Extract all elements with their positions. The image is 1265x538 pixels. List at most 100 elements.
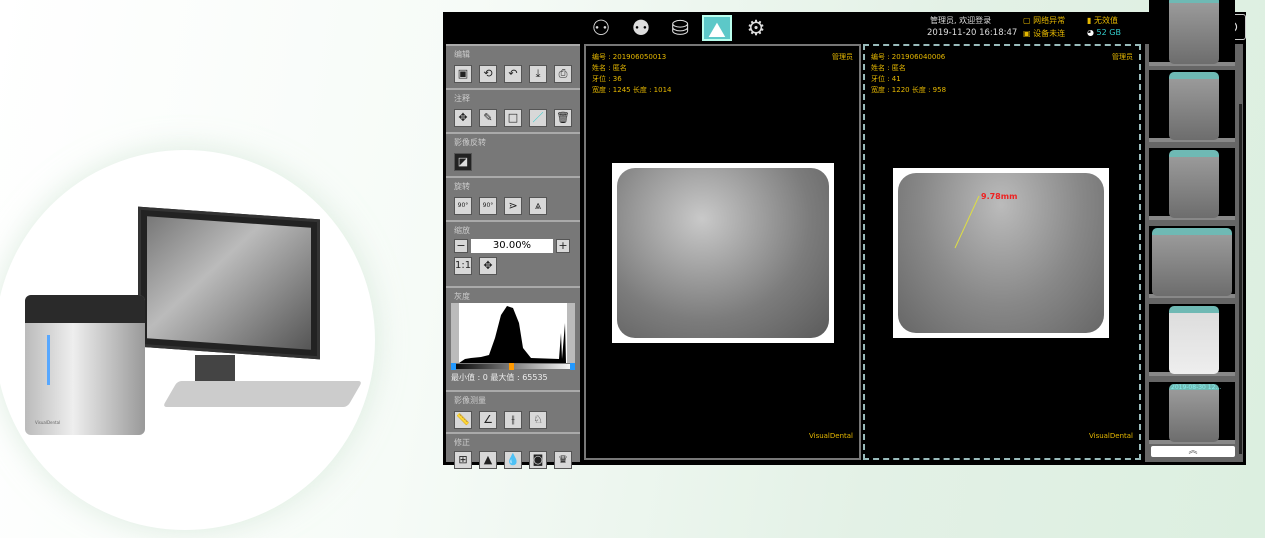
ruler-icon[interactable]: 📏 [454, 411, 472, 429]
thumbnail-strip: 2019-08-30 12... ︽ [1145, 0, 1243, 462]
add-patient-icon[interactable]: ⚇ [586, 15, 616, 41]
section-label: 注释 [454, 94, 470, 103]
section-rotate: 旋转 90° 90° ⋗ ⩓ [446, 176, 580, 215]
scroll-up-button[interactable]: ︽ [1151, 446, 1235, 457]
section-label: 影像测量 [454, 396, 486, 405]
tooth-filter-icon[interactable]: ♛ [554, 451, 572, 469]
value-status: ▮ 无效值 [1087, 15, 1118, 26]
disk-pie-icon: ◕ [1087, 28, 1097, 37]
scrollbar[interactable] [1239, 104, 1242, 454]
tooth-position: 牙位 : 36 [592, 75, 622, 83]
section-label: 编辑 [454, 50, 470, 59]
section-label: 缩放 [454, 226, 470, 235]
delete-icon[interactable]: 🗑 [554, 109, 572, 127]
canal-measure-icon[interactable]: ⫲ [504, 411, 522, 429]
thumbnail[interactable] [1149, 0, 1235, 66]
patient-name: 姓名 : 匿名 [592, 64, 627, 72]
image-info: 编号 : 201906040006 姓名 : 匿名 牙位 : 41 宽度 : 1… [871, 52, 946, 96]
actual-size-button[interactable]: 1:1 [454, 257, 472, 275]
rotate-right-icon[interactable]: 90° [479, 197, 497, 215]
histogram [451, 303, 575, 363]
patient-id: 编号 : 201906050013 [592, 53, 667, 61]
app-window: ⚇ ⚉ ⛁ ⛰ ⚙ 管理员, 欢迎登录 2019-11-20 16:18:47 … [443, 0, 1246, 469]
network-icon: ▢ [1023, 16, 1034, 25]
tooth-icon[interactable]: ♘ [529, 411, 547, 429]
welcome-text: 管理员, 欢迎登录 [930, 16, 992, 25]
tooth-position: 牙位 : 41 [871, 75, 901, 83]
image-size: 宽度 : 1245 长度 : 1014 [592, 86, 672, 94]
section-annotation: 注释 ✥ ✎ □ ／ 🗑 [446, 88, 580, 127]
network-status-text: 网络异常 [1033, 16, 1066, 25]
datetime: 2019-11-20 16:18:47 [927, 28, 1018, 38]
section-label: 修正 [454, 438, 470, 447]
max-value: 最大值 : 65535 [490, 373, 548, 382]
section-invert: 影像反转 ◪ [446, 132, 580, 171]
max-handle[interactable] [570, 363, 575, 370]
value-status-text: 无效值 [1093, 16, 1118, 25]
section-zoom: 缩放 − 30.00% + 1:1 ✥ [446, 220, 580, 288]
measurement-label: 9.78mm [981, 192, 1018, 201]
top-bar: ⚇ ⚉ ⛁ ⛰ ⚙ 管理员, 欢迎登录 2019-11-20 16:18:47 … [443, 12, 1246, 44]
device-icon: ▣ [1023, 29, 1034, 38]
section-edit: 编辑 ▣ ⟲ ↶ ⤓ ⎙ [446, 44, 580, 83]
brand-watermark: VisualDental [1088, 432, 1133, 440]
monitor [138, 206, 320, 360]
import-image-icon[interactable]: ⤓ [529, 65, 547, 83]
product-photo: VisualDental [20, 205, 363, 445]
tool-panel: 编辑 ▣ ⟲ ↶ ⤓ ⎙ 注释 ✥ ✎ □ ／ 🗑 影像反转 ◪ 旋转 90° 90° ⋗ ⩓ 缩放 … [446, 44, 580, 469]
angle-icon[interactable]: ∠ [479, 411, 497, 429]
contrast-icon[interactable]: ▲ [479, 451, 497, 469]
mid-handle[interactable] [509, 363, 514, 370]
line-icon[interactable]: ／ [529, 109, 547, 127]
thumbnail[interactable] [1149, 70, 1235, 142]
sharpen-icon[interactable]: ⊞ [454, 451, 472, 469]
thumbnail-selected[interactable] [1149, 226, 1235, 298]
zoom-in-icon[interactable]: + [556, 239, 570, 253]
image-viewer-2[interactable]: 编号 : 201906040006 姓名 : 匿名 牙位 : 41 宽度 : 1… [863, 44, 1141, 460]
settings-icon[interactable]: ⚙ [741, 15, 771, 41]
thumbnail[interactable] [1149, 148, 1235, 220]
level-slider[interactable] [451, 363, 575, 370]
print-icon[interactable]: ⎙ [554, 65, 572, 83]
image-icon[interactable]: ⛰ [702, 15, 732, 42]
scanner-device: VisualDental [25, 295, 145, 435]
section-grayscale: 灰度 最小值 : 0 最大值 : 65535 [446, 286, 580, 388]
xray-image [612, 163, 834, 343]
rotate-left-icon[interactable]: 90° [454, 197, 472, 215]
thumbnail-date: 2019-08-30 12... [1171, 384, 1222, 391]
database-search-icon[interactable]: ⛁ [665, 15, 695, 41]
image-viewer-1[interactable]: 编号 : 201906050013 姓名 : 匿名 牙位 : 36 宽度 : 1… [584, 44, 861, 460]
save-icon[interactable]: ▣ [454, 65, 472, 83]
device-status: ▣ 设备未连 [1023, 28, 1065, 39]
refresh-icon[interactable]: ⟲ [479, 65, 497, 83]
undo-icon[interactable]: ↶ [504, 65, 522, 83]
move-icon[interactable]: ✥ [454, 109, 472, 127]
drop-icon[interactable]: 💧 [504, 451, 522, 469]
thumbnail[interactable]: 2019-08-30 12... [1149, 382, 1235, 444]
edit-icon[interactable]: ✎ [479, 109, 497, 127]
patient-id: 编号 : 201906040006 [871, 53, 946, 61]
flip-vertical-icon[interactable]: ⩓ [529, 197, 547, 215]
disk-space-text: 52 GB [1096, 28, 1121, 37]
disk-status: ◕ 52 GB [1087, 28, 1121, 37]
invert-icon[interactable]: ◪ [454, 153, 472, 171]
keyboard [162, 381, 363, 407]
filter-icon[interactable]: ◙ [529, 451, 547, 469]
device-label: VisualDental [35, 420, 61, 425]
patient-name: 姓名 : 匿名 [871, 64, 906, 72]
device-status-text: 设备未连 [1033, 29, 1066, 38]
brand-watermark: VisualDental [808, 432, 853, 440]
operator-role: 管理员 [832, 53, 853, 61]
zoom-out-icon[interactable]: − [454, 239, 468, 253]
rectangle-icon[interactable]: □ [504, 109, 522, 127]
sensor-icon: ▮ [1087, 16, 1094, 25]
thumbnail[interactable] [1149, 304, 1235, 376]
patients-icon[interactable]: ⚉ [626, 15, 656, 41]
section-label: 影像反转 [454, 138, 486, 147]
double-chevron-up-icon: ︽ [1188, 446, 1198, 456]
image-size: 宽度 : 1220 长度 : 958 [871, 86, 947, 94]
flip-horizontal-icon[interactable]: ⋗ [504, 197, 522, 215]
min-handle[interactable] [451, 363, 456, 370]
zoom-input[interactable]: 30.00% [471, 239, 553, 253]
fit-window-icon[interactable]: ✥ [479, 257, 497, 275]
